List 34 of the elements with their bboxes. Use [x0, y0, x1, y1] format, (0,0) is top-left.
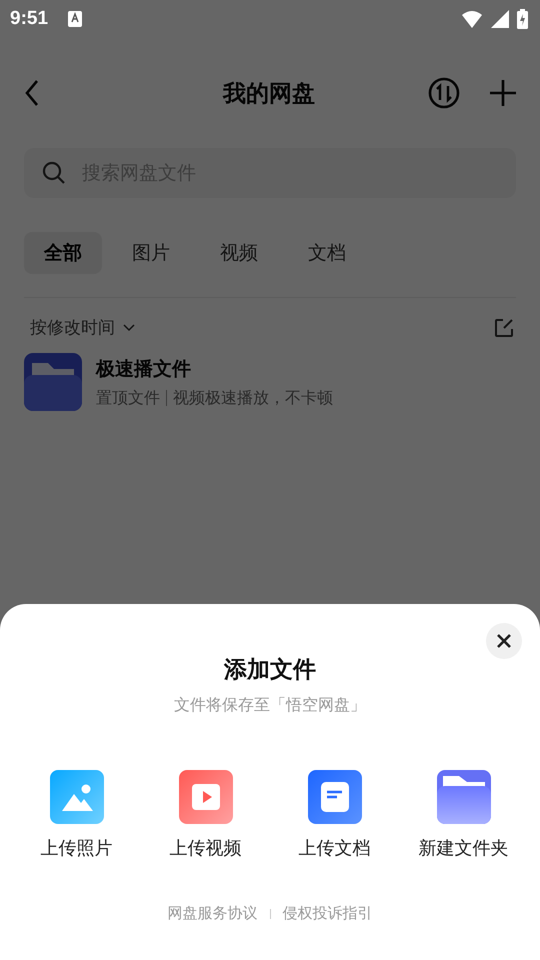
status-time: 9:51 — [10, 8, 48, 30]
edit-icon[interactable] — [494, 318, 514, 338]
tab[interactable]: 全部 — [24, 232, 102, 274]
tab[interactable]: 视频 — [200, 232, 278, 274]
tab[interactable]: 文档 — [288, 232, 366, 274]
tab[interactable]: 图片 — [112, 232, 190, 274]
sort-dropdown[interactable]: 按修改时间 — [30, 316, 135, 339]
sheet-subtitle: 文件将保存至「悟空网盘」 — [174, 695, 366, 716]
action-button[interactable]: 上传视频 — [146, 770, 266, 860]
search-icon — [42, 161, 66, 185]
close-button[interactable] — [486, 623, 522, 659]
sheet-title: 添加文件 — [224, 656, 316, 685]
action-button[interactable]: 新建文件夹 — [404, 770, 524, 860]
document-icon — [308, 770, 362, 824]
battery-charging-icon — [517, 9, 528, 29]
footer-link[interactable]: 侵权投诉指引 — [282, 904, 372, 923]
file-description: 视频极速播放，不卡顿 — [173, 388, 333, 408]
action-button[interactable]: 上传照片 — [16, 770, 136, 860]
action-button[interactable]: 上传文档 — [274, 770, 394, 860]
close-icon — [497, 634, 511, 648]
signal-icon — [491, 10, 509, 28]
folder-icon — [436, 770, 490, 824]
transfer-icon[interactable] — [428, 77, 460, 109]
folder-icon[interactable] — [24, 353, 82, 411]
keyboard-icon — [68, 11, 82, 27]
footer-link[interactable]: 网盘服务协议 — [168, 904, 258, 923]
file-tag: 置顶文件 — [96, 388, 160, 408]
file-name: 极速播文件 — [96, 356, 192, 382]
wifi-icon — [461, 10, 483, 28]
photo-icon — [50, 770, 104, 824]
add-icon[interactable] — [488, 78, 518, 108]
video-icon — [178, 770, 232, 824]
page-title: 我的网盘 — [223, 80, 315, 108]
chevron-down-icon — [123, 324, 135, 332]
